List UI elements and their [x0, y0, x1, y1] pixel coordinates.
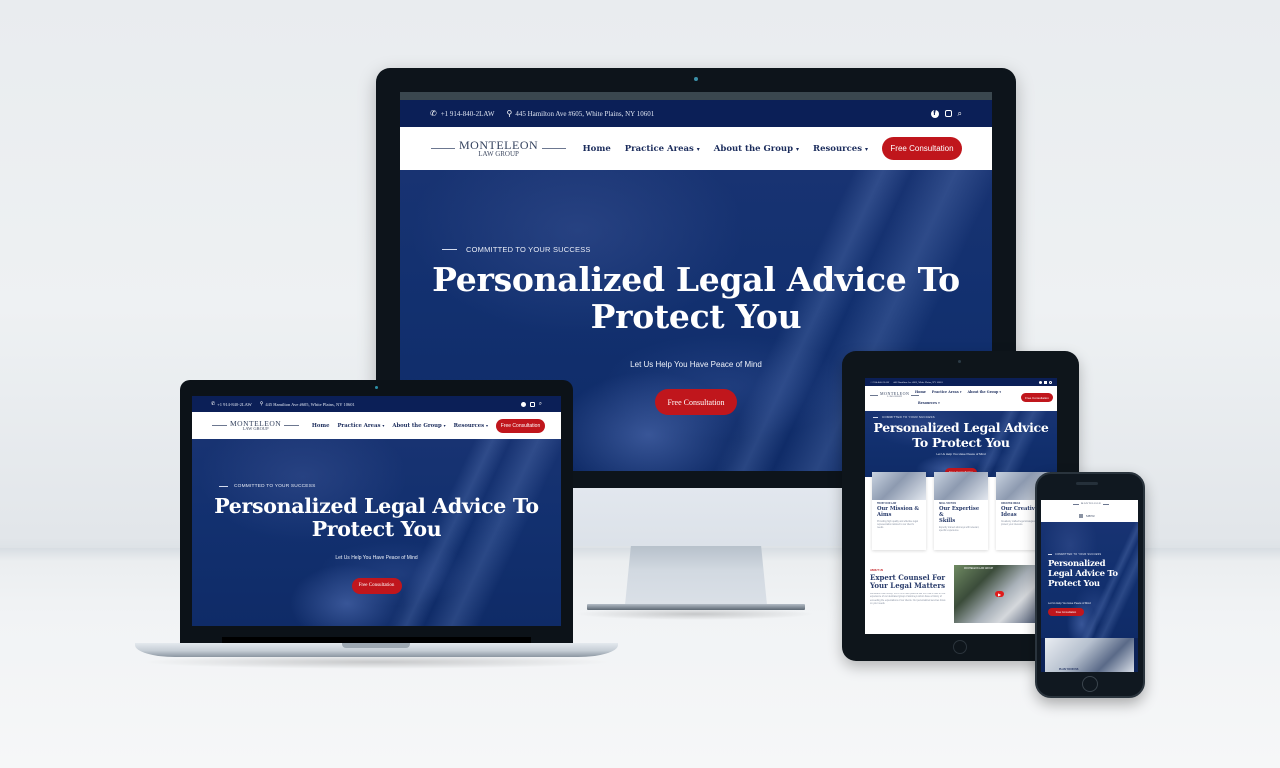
hero-free-consultation-button[interactable]: Free Consultation [351, 577, 402, 594]
map-pin-icon: ⚲ [259, 401, 264, 407]
hero-eyebrow: COMMITTED TO YOUR SUCCESS [873, 415, 935, 419]
hero-title: Personalized Legal Advice To Protect You [432, 260, 960, 336]
logo[interactable]: MONTELEON [1073, 502, 1110, 506]
phone-website: MONTELEON MENU COMMITTED TO YOUR SUCCESS… [1041, 500, 1138, 672]
nav-practice-areas[interactable]: Practice Areas ▾ [337, 423, 384, 429]
nav-home[interactable]: Home [915, 390, 926, 394]
nav-free-consultation-button[interactable]: Free Consultation [496, 418, 545, 433]
nav-home[interactable]: Home [312, 423, 330, 429]
youtube-play-icon[interactable]: ▶ [995, 591, 1004, 597]
topbar-phone[interactable]: +1 914-840-2LAW [870, 381, 889, 384]
hero-eyebrow: COMMITTED TO YOUR SUCCESS [442, 245, 591, 254]
hero-free-consultation-button[interactable]: Free Consultation [655, 389, 737, 415]
hero-eyebrow: COMMITTED TO YOUR SUCCESS [219, 484, 316, 489]
imac-camera [694, 77, 698, 81]
main-navbar: MONTELEON MENU [1041, 500, 1138, 522]
chevron-down-icon: ▾ [864, 145, 868, 153]
laptop-website: ✆ +1 914-840-2LAW ⚲ 445 Hamilton Ave #60… [192, 396, 561, 626]
nav-resources[interactable]: Resources ▾ [918, 401, 940, 405]
instagram-icon[interactable] [1044, 380, 1047, 384]
nav-resources[interactable]: Resources ▾ [813, 144, 868, 154]
search-icon[interactable] [1049, 380, 1052, 384]
main-navbar: MONTELEON LAW GROUP Home Practice Areas … [192, 412, 561, 439]
nav-home[interactable]: Home [583, 144, 611, 154]
imac-screen-top-strip [400, 92, 992, 100]
laptop-shadow [140, 655, 613, 669]
nav-resources[interactable]: Resources ▾ [454, 423, 488, 429]
facebook-icon[interactable] [1039, 380, 1042, 384]
tablet-home-button [953, 640, 967, 654]
nav-menu: Home Practice Areas ▾ About the Group ▾ [915, 390, 1001, 394]
main-navbar: MONTELEON LAW GROUP Home Practice Areas … [865, 386, 1057, 411]
chevron-down-icon: ▾ [796, 145, 800, 153]
tablet-website: +1 914-840-2LAW 445 Hamilton Ave #605, W… [865, 378, 1057, 634]
facebook-icon[interactable]: f [930, 109, 939, 118]
phone-card-image: PLAN YOUR ISS [1045, 638, 1134, 672]
hero-subtitle: Let Us Help You Have Peace of Mind [1048, 602, 1091, 605]
search-icon[interactable]: ⌕ [958, 109, 962, 119]
hero-free-consultation-button[interactable]: Free Consultation [1048, 608, 1084, 616]
nav-free-consultation-button[interactable]: Free Consultation [1021, 393, 1053, 402]
chevron-down-icon: ▾ [485, 422, 488, 428]
logo[interactable]: MONTELEON LAW GROUP [212, 419, 300, 432]
phone-icon: ✆ [211, 401, 216, 407]
feature-card[interactable]: SKILL TACTICS Our Expertise & Skills Expe… [934, 472, 988, 550]
imac-stand-foot [587, 604, 805, 610]
logo[interactable]: MONTELEON LAW GROUP [870, 392, 920, 399]
about-section: ABOUT US Expert Counsel For Your Legal Ma… [865, 565, 1057, 627]
hero: COMMITTED TO YOUR SUCCESS Personalized L… [1041, 522, 1138, 638]
instagram-icon[interactable] [944, 110, 952, 117]
nav-about-the-group[interactable]: About the Group ▾ [714, 144, 799, 154]
topbar-phone[interactable]: ✆ +1 914-840-2LAW [430, 109, 494, 118]
feature-card[interactable]: TRUST OUR LAW Our Mission & Aims Providin… [872, 472, 926, 550]
topbar-address[interactable]: ⚲ 445 Hamilton Ave #605, White Plains, N… [506, 109, 654, 118]
hero-title: Personalized Legal Advice To Protect You [1048, 559, 1118, 590]
instagram-icon[interactable] [529, 401, 535, 407]
nav-free-consultation-button[interactable]: Free Consultation [882, 137, 962, 160]
hero-title: Personalized Legal Advice To Protect You [873, 420, 1049, 450]
chevron-down-icon: ▾ [382, 422, 385, 428]
phone-home-button [1082, 676, 1098, 692]
hero-eyebrow: COMMITTED TO YOUR SUCCESS [1048, 553, 1101, 556]
hero: COMMITTED TO YOUR SUCCESS Personalized L… [865, 411, 1057, 477]
main-navbar: MONTELEON LAW GROUP Home Practice Areas … [400, 127, 992, 170]
hero: COMMITTED TO YOUR SUCCESS Personalized L… [192, 439, 561, 626]
nav-practice-areas[interactable]: Practice Areas ▾ [932, 390, 962, 394]
topbar: +1 914-840-2LAW 445 Hamilton Ave #605, W… [865, 378, 1057, 386]
imac-stand [624, 546, 768, 606]
feature-cards: TRUST OUR LAW Our Mission & Aims Providin… [865, 472, 1057, 567]
hero-subtitle: Let Us Help You Have Peace of Mind [936, 452, 986, 456]
topbar-address[interactable]: ⚲ 445 Hamilton Ave #605, White Plains, N… [260, 401, 355, 407]
phone-icon: ✆ [430, 109, 437, 118]
topbar: ✆ +1 914-840-2LAW ⚲ 445 Hamilton Ave #60… [192, 396, 561, 412]
search-icon[interactable]: ⌕ [539, 401, 542, 408]
hero-title: Personalized Legal Advice To Protect You [214, 494, 539, 541]
logo[interactable]: MONTELEON LAW GROUP [431, 139, 567, 158]
topbar-address[interactable]: 445 Hamilton Ave #605, White Plains, NY … [893, 381, 943, 384]
facebook-icon[interactable] [520, 401, 526, 407]
laptop-camera [375, 386, 378, 389]
nav-practice-areas[interactable]: Practice Areas ▾ [625, 144, 700, 154]
chevron-down-icon: ▾ [443, 422, 446, 428]
map-pin-icon: ⚲ [506, 109, 513, 118]
phone-speaker [1076, 482, 1098, 485]
about-video[interactable]: MONTELEON LAW GROUP ▶ [954, 565, 1042, 623]
tablet-camera [958, 360, 961, 363]
nav-about-the-group[interactable]: About the Group ▾ [392, 423, 445, 429]
nav-about-the-group[interactable]: About the Group ▾ [968, 390, 1002, 394]
chevron-down-icon: ▾ [696, 145, 700, 153]
hamburger-icon [1079, 514, 1083, 518]
nav-menu: Home Practice Areas ▾ About the Group ▾ … [312, 418, 545, 433]
topbar-phone[interactable]: ✆ +1 914-840-2LAW [211, 401, 252, 407]
hero-subtitle: Let Us Help You Have Peace of Mind [335, 555, 418, 561]
card-image [934, 472, 988, 500]
card-image [872, 472, 926, 500]
topbar: ✆ +1 914-840-2LAW ⚲ 445 Hamilton Ave #60… [400, 100, 992, 127]
mobile-menu-toggle[interactable]: MENU [1079, 514, 1095, 518]
laptop-notch [342, 643, 410, 648]
nav-menu: Home Practice Areas ▾ About the Group ▾ … [583, 137, 962, 160]
